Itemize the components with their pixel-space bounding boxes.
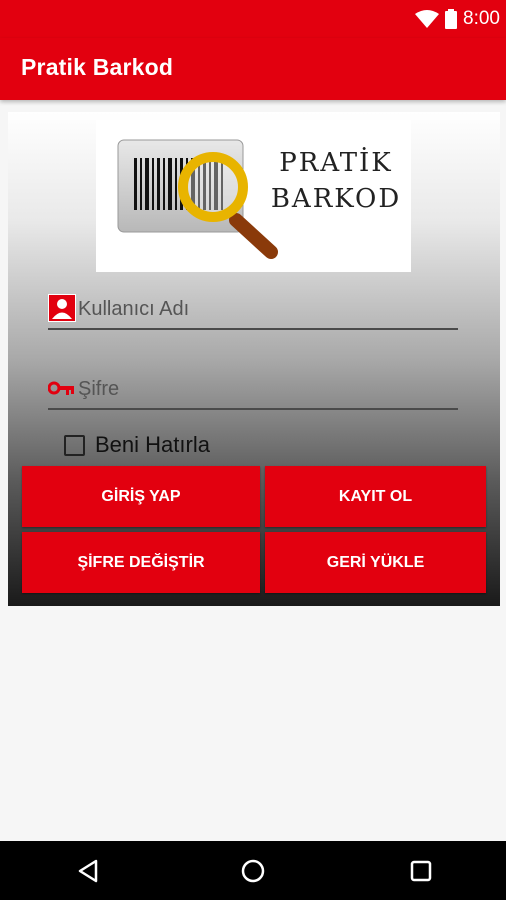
- username-input[interactable]: [78, 294, 448, 324]
- login-button[interactable]: GİRİŞ YAP: [22, 466, 260, 527]
- register-button[interactable]: KAYIT OL: [265, 466, 486, 527]
- remember-checkbox[interactable]: [64, 434, 85, 456]
- logo-text-line1: PRATİK: [279, 148, 393, 178]
- app-bar: Pratik Barkod: [0, 38, 506, 100]
- login-panel: PRATİK BARKOD Beni Hatırla GİRİŞ YAP KAY…: [8, 112, 500, 606]
- recent-apps-icon[interactable]: [405, 855, 437, 887]
- change-password-button[interactable]: ŞİFRE DEĞİŞTİR: [22, 532, 260, 593]
- remember-me[interactable]: Beni Hatırla: [64, 430, 210, 460]
- username-field: [48, 288, 458, 330]
- user-icon: [48, 294, 76, 322]
- app-title: Pratik Barkod: [21, 54, 174, 80]
- restore-button[interactable]: GERİ YÜKLE: [265, 532, 486, 593]
- password-field: [48, 368, 458, 410]
- password-input[interactable]: [78, 374, 448, 404]
- key-icon: [48, 381, 74, 395]
- remember-label: Beni Hatırla: [95, 432, 210, 457]
- wifi-icon: [415, 10, 440, 28]
- status-time: 8:00: [463, 8, 500, 29]
- back-icon[interactable]: [72, 855, 104, 887]
- logo-text-line2: BARKOD: [270, 184, 402, 214]
- home-icon[interactable]: [237, 855, 269, 887]
- status-icons: 8:00: [415, 6, 500, 32]
- app-logo: PRATİK BARKOD: [96, 120, 411, 272]
- status-bar: 8:00: [0, 0, 506, 38]
- navigation-bar: [0, 841, 506, 900]
- battery-icon: [445, 9, 458, 29]
